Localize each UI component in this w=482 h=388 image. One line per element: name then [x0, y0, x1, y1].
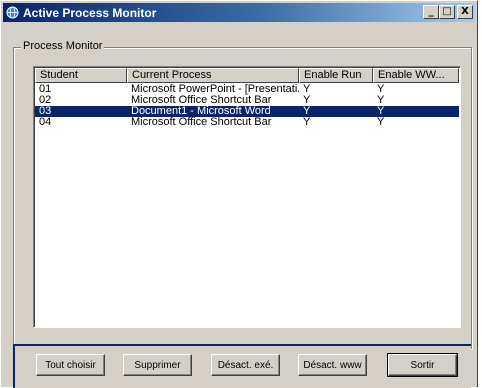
title-bar[interactable]: Active Process Monitor _ □ X [3, 3, 475, 22]
column-header-enable-www[interactable]: Enable WW... [373, 68, 459, 83]
close-button[interactable]: X [457, 5, 473, 19]
cell-enable-www: Y [377, 106, 385, 117]
cell-process: Microsoft PowerPoint - [Presentati... [131, 84, 299, 95]
cell-process: Microsoft Office Shortcut Bar [131, 117, 272, 128]
list-rows: 01 Microsoft PowerPoint - [Presentati...… [35, 84, 459, 128]
cell-student: 04 [39, 117, 52, 128]
minimize-button[interactable]: _ [423, 5, 439, 19]
column-header-student[interactable]: Student [35, 68, 127, 83]
table-row-selected[interactable]: 03 Document1 - Microsoft Word Y Y [35, 106, 459, 117]
cell-student: 03 [39, 106, 52, 117]
window-title: Active Process Monitor [23, 5, 157, 20]
maximize-button[interactable]: □ [439, 5, 455, 19]
delete-button[interactable]: Supprimer [123, 354, 192, 376]
disable-www-button[interactable]: Désact. www [298, 354, 367, 376]
table-row[interactable]: 02 Microsoft Office Shortcut Bar Y Y [35, 95, 459, 106]
cell-enable-run: Y [303, 95, 311, 106]
column-header-enable-run[interactable]: Enable Run [299, 68, 373, 83]
column-header-current-process[interactable]: Current Process [127, 68, 299, 83]
cell-enable-run: Y [303, 84, 311, 95]
disable-exe-button[interactable]: Désact. exé. [211, 354, 280, 376]
globe-icon[interactable] [6, 6, 19, 19]
cell-enable-run: Y [303, 117, 311, 128]
cell-process: Document1 - Microsoft Word [131, 106, 271, 117]
cell-process: Microsoft Office Shortcut Bar [131, 95, 272, 106]
cell-student: 01 [39, 84, 52, 95]
table-row[interactable]: 01 Microsoft PowerPoint - [Presentati...… [35, 84, 459, 95]
cell-enable-www: Y [377, 84, 385, 95]
list-header: Student Current Process Enable Run Enabl… [35, 68, 459, 83]
cell-student: 02 [39, 95, 52, 106]
group-label: Process Monitor [21, 40, 105, 52]
exit-button[interactable]: Sortir [387, 353, 458, 377]
cell-enable-www: Y [377, 95, 385, 106]
process-list[interactable]: Student Current Process Enable Run Enabl… [33, 66, 461, 328]
cell-enable-run: Y [303, 106, 311, 117]
main-window: Active Process Monitor _ □ X Process Mon… [0, 0, 478, 388]
cell-enable-www: Y [377, 117, 385, 128]
select-all-button[interactable]: Tout choisir [36, 354, 105, 376]
table-row[interactable]: 04 Microsoft Office Shortcut Bar Y Y [35, 117, 459, 128]
